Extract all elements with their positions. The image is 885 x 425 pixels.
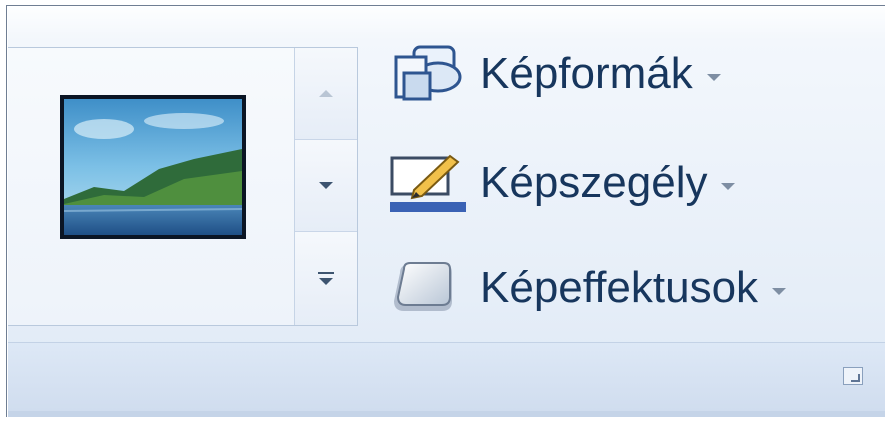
ribbon-frame: Képformák Képszegély Képeffektusok	[6, 5, 885, 417]
footer-divider	[8, 411, 885, 417]
landscape-thumbnail-icon	[64, 99, 242, 235]
scroll-up-icon	[319, 90, 333, 97]
picture-effects-label: Képeffektusok	[480, 263, 759, 312]
chevron-down-icon	[772, 287, 787, 295]
picture-border-label: Képszegély	[480, 158, 708, 207]
picture-effects-button[interactable]: Képeffektusok	[386, 253, 787, 323]
gallery-scroll-down-button[interactable]	[295, 140, 357, 232]
chevron-down-icon	[706, 73, 721, 81]
dialog-launcher-icon[interactable]	[843, 367, 863, 385]
picture-shape-label: Képformák	[480, 49, 693, 98]
picture-styles-group: Képformák Képszegély Képeffektusok	[8, 7, 885, 417]
group-footer	[8, 342, 885, 417]
scroll-down-icon	[319, 182, 333, 189]
gallery-scroll-column	[294, 48, 357, 325]
more-icon	[318, 272, 334, 285]
picture-effects-icon	[386, 257, 468, 319]
picture-border-icon	[386, 152, 468, 214]
chevron-down-icon	[721, 182, 736, 190]
gallery-more-button[interactable]	[295, 232, 357, 325]
picture-shape-icon	[386, 43, 468, 105]
gallery-scroll-up-button[interactable]	[295, 48, 357, 140]
picture-border-button[interactable]: Képszegély	[386, 148, 736, 218]
picture-style-thumbnail[interactable]	[60, 95, 246, 239]
picture-shape-button[interactable]: Képformák	[386, 39, 721, 109]
picture-style-gallery	[8, 47, 358, 326]
